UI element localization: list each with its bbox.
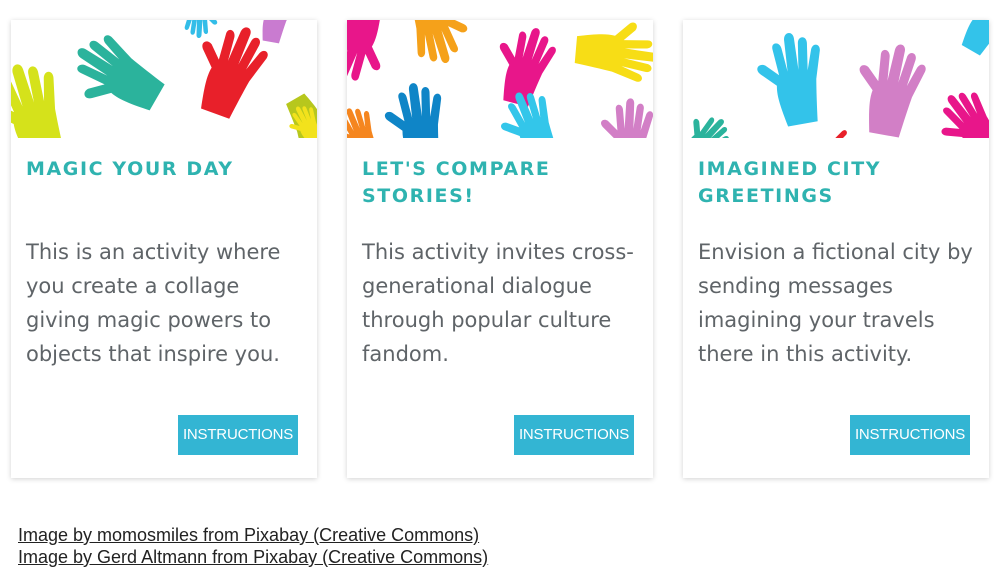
colorful-hands-image bbox=[11, 20, 317, 138]
card-title: MAGIC YOUR DAY bbox=[26, 158, 234, 180]
colorful-hands-image bbox=[683, 20, 989, 138]
card-title: IMAGINED CITY GREETINGS bbox=[698, 158, 882, 207]
card-title: LET'S COMPARE STORIES! bbox=[362, 158, 551, 207]
card-description: This activity invites cross-generational… bbox=[362, 240, 634, 366]
image-credits: Image by momosmiles from Pixabay (Creati… bbox=[18, 524, 488, 568]
credit-link-momosmiles[interactable]: Image by momosmiles from Pixabay (Creati… bbox=[18, 524, 488, 546]
activity-card-lets-compare-stories: LET'S COMPARE STORIES! This activity inv… bbox=[347, 20, 653, 478]
instructions-button[interactable]: INSTRUCTIONS bbox=[178, 415, 298, 455]
instructions-button[interactable]: INSTRUCTIONS bbox=[514, 415, 634, 455]
activity-card-imagined-city-greetings: IMAGINED CITY GREETINGS Envision a ficti… bbox=[683, 20, 989, 478]
activity-card-magic-your-day: MAGIC YOUR DAY This is an activity where… bbox=[11, 20, 317, 478]
colorful-hands-image bbox=[347, 20, 653, 138]
credit-link-gerd-altmann[interactable]: Image by Gerd Altmann from Pixabay (Crea… bbox=[18, 546, 488, 568]
card-description: Envision a fictional city by sending mes… bbox=[698, 240, 973, 366]
card-description: This is an activity where you create a c… bbox=[26, 240, 281, 366]
instructions-button[interactable]: INSTRUCTIONS bbox=[850, 415, 970, 455]
activities-page: MAGIC YOUR DAY This is an activity where… bbox=[0, 0, 1003, 585]
